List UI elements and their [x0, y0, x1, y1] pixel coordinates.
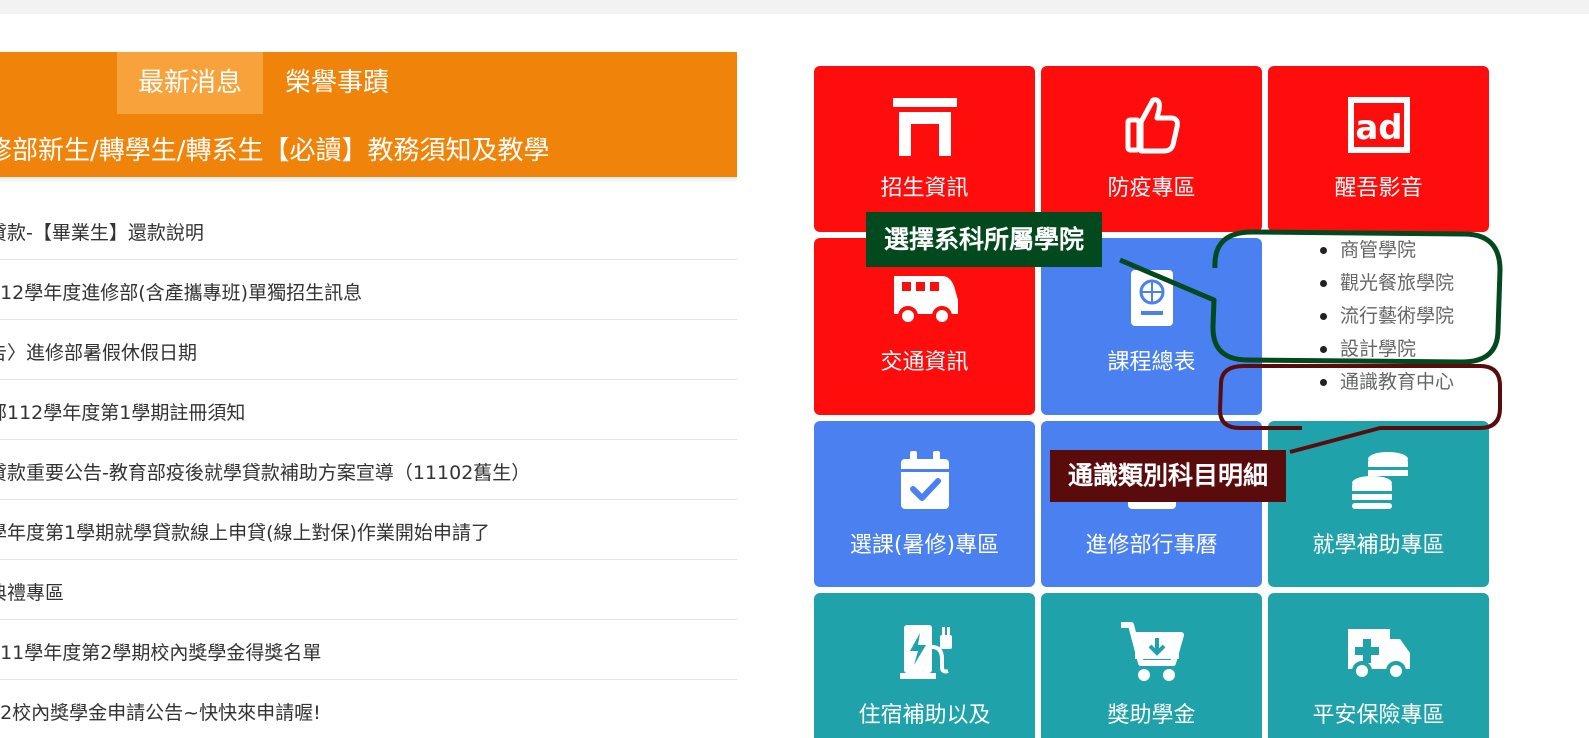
tile-housing-subsidy[interactable]: 住宿補助以及 — [814, 593, 1035, 738]
college-item-design[interactable]: 設計學院 — [1316, 333, 1454, 366]
coins-icon — [1351, 452, 1408, 509]
thumbs-up-icon — [1125, 97, 1180, 154]
tile-label: 就學補助專區 — [1312, 533, 1445, 558]
tile-label: 交通資訊 — [880, 350, 969, 375]
tile-study-subsidy[interactable]: 就學補助專區 — [1268, 421, 1489, 587]
tile-school-calendar[interactable]: 進修部行事曆 — [1041, 421, 1262, 587]
tile-media[interactable]: ad 醒吾影音 — [1268, 66, 1489, 232]
annotation-general-ed-details: 通識類別科目明細 — [1050, 450, 1287, 502]
charging-station-icon — [899, 625, 952, 679]
college-item-business[interactable]: 商管學院 — [1316, 234, 1454, 267]
tile-scholarships[interactable]: 獎助學金 — [1041, 593, 1262, 738]
college-dropdown-list: 商管學院 觀光餐旅學院 流行藝術學院 設計學院 通識教育中心 — [1316, 234, 1454, 399]
gate-icon — [892, 98, 957, 156]
tile-admissions[interactable]: 招生資訊 — [814, 66, 1035, 232]
tile-label: 獎助學金 — [1107, 703, 1196, 728]
tile-label: 選課(暑修)專區 — [849, 533, 1000, 558]
passport-icon — [1130, 270, 1173, 326]
cart-download-icon — [1120, 622, 1184, 681]
college-item-hospitality[interactable]: 觀光餐旅學院 — [1316, 267, 1454, 300]
tile-course-selection[interactable]: 選課(暑修)專區 — [814, 421, 1035, 587]
calendar-check-icon — [900, 451, 949, 509]
tile-label: 住宿補助以及 — [858, 703, 991, 728]
tile-insurance[interactable]: 平安保險專區 — [1268, 593, 1489, 738]
tile-label: 醒吾影音 — [1334, 176, 1423, 201]
ambulance-icon — [1347, 629, 1410, 681]
van-icon — [893, 276, 958, 326]
tile-label: 課程總表 — [1107, 350, 1196, 375]
college-item-fashion-arts[interactable]: 流行藝術學院 — [1316, 300, 1454, 333]
tile-label: 防疫專區 — [1107, 176, 1196, 201]
tile-pandemic[interactable]: 防疫專區 — [1041, 66, 1262, 232]
tile-label: 招生資訊 — [880, 176, 969, 201]
tile-label: 進修部行事曆 — [1085, 533, 1218, 558]
tile-label: 平安保險專區 — [1312, 703, 1445, 728]
svg-text:ad: ad — [1355, 108, 1402, 148]
college-item-general-education[interactable]: 通識教育中心 — [1316, 366, 1454, 399]
ad-icon: ad — [1347, 97, 1410, 153]
annotation-select-college: 選擇系科所屬學院 — [866, 212, 1103, 267]
